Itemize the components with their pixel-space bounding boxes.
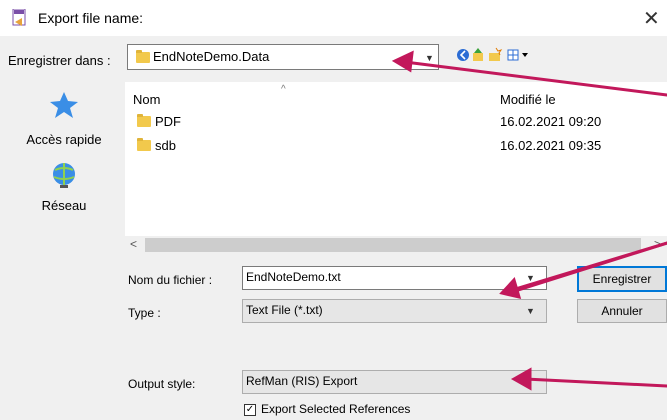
arrow-head	[499, 277, 522, 300]
annotation-arrow	[523, 377, 667, 388]
annotation-arrow	[510, 241, 667, 294]
annotation-arrows	[391, 50, 667, 391]
arrow-head	[391, 50, 414, 73]
annotation-arrow	[403, 60, 667, 97]
arrow-head	[510, 367, 532, 391]
